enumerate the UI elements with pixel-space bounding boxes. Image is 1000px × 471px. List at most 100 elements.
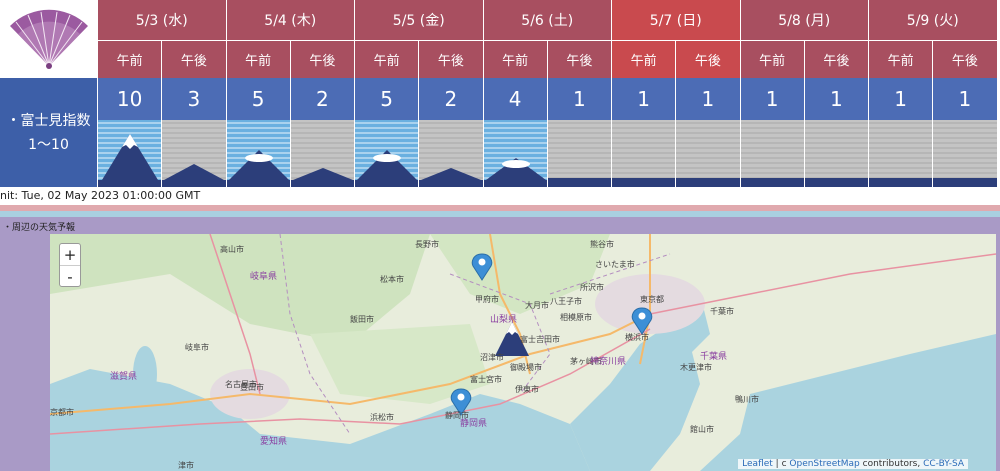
fuji-index-title: ・富士見指数: [6, 112, 91, 129]
day-header: 5/6 (土): [483, 0, 612, 40]
fuji-view-am: [740, 120, 805, 187]
am-header: 午前: [740, 40, 805, 78]
fuji-index-am: 4: [483, 78, 548, 120]
am-header: 午前: [483, 40, 548, 78]
city-label: 木更津市: [680, 363, 712, 372]
city-label: 富士吉田市: [520, 335, 560, 344]
am-header: 午前: [226, 40, 291, 78]
pm-header: 午後: [290, 40, 355, 78]
city-label: 長野市: [415, 240, 439, 249]
fuji-view-icon: [547, 120, 611, 187]
fuji-index-am: 1: [869, 78, 934, 120]
pm-header: 午後: [162, 40, 227, 78]
day-header: 5/7 (日): [612, 0, 741, 40]
leaflet-link[interactable]: Leaflet: [742, 459, 773, 469]
fuji-view-icon: [226, 120, 290, 187]
divider-stripes: [0, 205, 1000, 217]
city-label: 浜松市: [370, 413, 394, 422]
fuji-index-am: 1: [612, 78, 677, 120]
city-label: 岐阜市: [185, 343, 209, 352]
fuji-view-icon: [290, 120, 354, 187]
osm-link[interactable]: OpenStreetMap: [789, 459, 859, 469]
fuji-view-am: [355, 120, 420, 187]
city-label: 東京都: [640, 295, 664, 304]
city-label: 京都市: [50, 408, 74, 417]
fuji-index-pm: 2: [290, 78, 355, 120]
fuji-view-pm: [547, 120, 612, 187]
zoom-in-button[interactable]: +: [60, 244, 80, 265]
fuji-view-pm: [419, 120, 484, 187]
city-label: 富士宮市: [470, 375, 502, 384]
pm-header: 午後: [804, 40, 869, 78]
am-header: 午前: [98, 40, 163, 78]
fuji-view-icon: [740, 120, 804, 187]
pref-label: 愛知県: [260, 437, 288, 447]
pref-label: 山梨県: [490, 315, 518, 325]
fuji-view-pm: [676, 120, 741, 187]
folding-fan-logo: [0, 0, 97, 78]
fuji-view-icon: [933, 120, 997, 187]
pm-header: 午後: [676, 40, 741, 78]
pm-header: 午後: [933, 40, 998, 78]
map-container[interactable]: さいたま市 東京都 横浜市 千葉市 相模原市 甲府市 静岡市 豊田市 名古屋市 …: [50, 234, 996, 471]
pm-header: 午後: [547, 40, 612, 78]
fuji-index-pm: 3: [162, 78, 227, 120]
fuji-view-icon: [676, 120, 740, 187]
fuji-index-range: 1〜10: [28, 136, 69, 153]
city-label: 伊東市: [515, 385, 539, 394]
fuji-index-pm: 1: [933, 78, 998, 120]
day-header: 5/3 (水): [98, 0, 227, 40]
city-label: 沼津市: [480, 353, 504, 362]
city-label: 高山市: [220, 245, 244, 254]
zoom-out-button[interactable]: -: [60, 265, 80, 287]
fuji-view-icon: [419, 120, 483, 187]
city-label: 鴨川市: [735, 395, 759, 404]
am-header: 午前: [355, 40, 420, 78]
fuji-index-am: 5: [226, 78, 291, 120]
day-header: 5/9 (火): [869, 0, 998, 40]
day-header: 5/5 (金): [355, 0, 484, 40]
license-link[interactable]: CC-BY-SA: [923, 459, 964, 469]
pm-header: 午後: [419, 40, 484, 78]
city-label: 甲府市: [475, 295, 499, 304]
day-header: 5/8 (月): [740, 0, 869, 40]
day-header: 5/4 (木): [226, 0, 355, 40]
map-zoom-control: + -: [59, 243, 81, 287]
city-label: 大月市: [525, 301, 549, 310]
city-label: 館山市: [690, 425, 714, 434]
city-label: 松本市: [380, 275, 404, 284]
pref-label: 神奈川県: [590, 357, 627, 367]
city-label: 相模原市: [560, 313, 592, 322]
fuji-view-pm: [933, 120, 998, 187]
fuji-view-am: [98, 120, 163, 187]
fuji-index-pm: 1: [804, 78, 869, 120]
fuji-view-pm: [804, 120, 869, 187]
fuji-view-icon: [869, 120, 933, 187]
pref-label: 静岡県: [460, 419, 488, 429]
am-header: 午前: [869, 40, 934, 78]
city-label: 所沢市: [580, 283, 604, 292]
fuji-index-am: 1: [740, 78, 805, 120]
city-label: 名古屋市: [225, 380, 257, 389]
fuji-view-am: [226, 120, 291, 187]
fuji-view-pm: [290, 120, 355, 187]
unit-timestamp: nit: Tue, 02 May 2023 01:00:00 GMT: [0, 189, 201, 202]
fuji-index-row-label: ・富士見指数 1〜10: [0, 78, 97, 187]
city-label: 御殿場市: [510, 363, 542, 372]
city-label: 津市: [178, 461, 194, 470]
pref-label: 千葉県: [700, 352, 728, 362]
city-label: 熊谷市: [590, 240, 614, 249]
fuji-view-am: [869, 120, 934, 187]
city-label: 横浜市: [625, 333, 649, 342]
fuji-index-pm: 1: [547, 78, 612, 120]
fuji-view-icon: [612, 120, 676, 187]
fuji-index-pm: 2: [419, 78, 484, 120]
city-label: 千葉市: [710, 307, 734, 316]
fuji-view-pm: [162, 120, 227, 187]
fuji-index-am: 10: [98, 78, 163, 120]
section-title: ・周辺の天気予報: [3, 223, 76, 233]
fan-icon: [9, 9, 88, 69]
pref-label: 岐阜県: [250, 272, 278, 282]
fuji-view-icon: [804, 120, 868, 187]
fuji-index-pm: 1: [676, 78, 741, 120]
